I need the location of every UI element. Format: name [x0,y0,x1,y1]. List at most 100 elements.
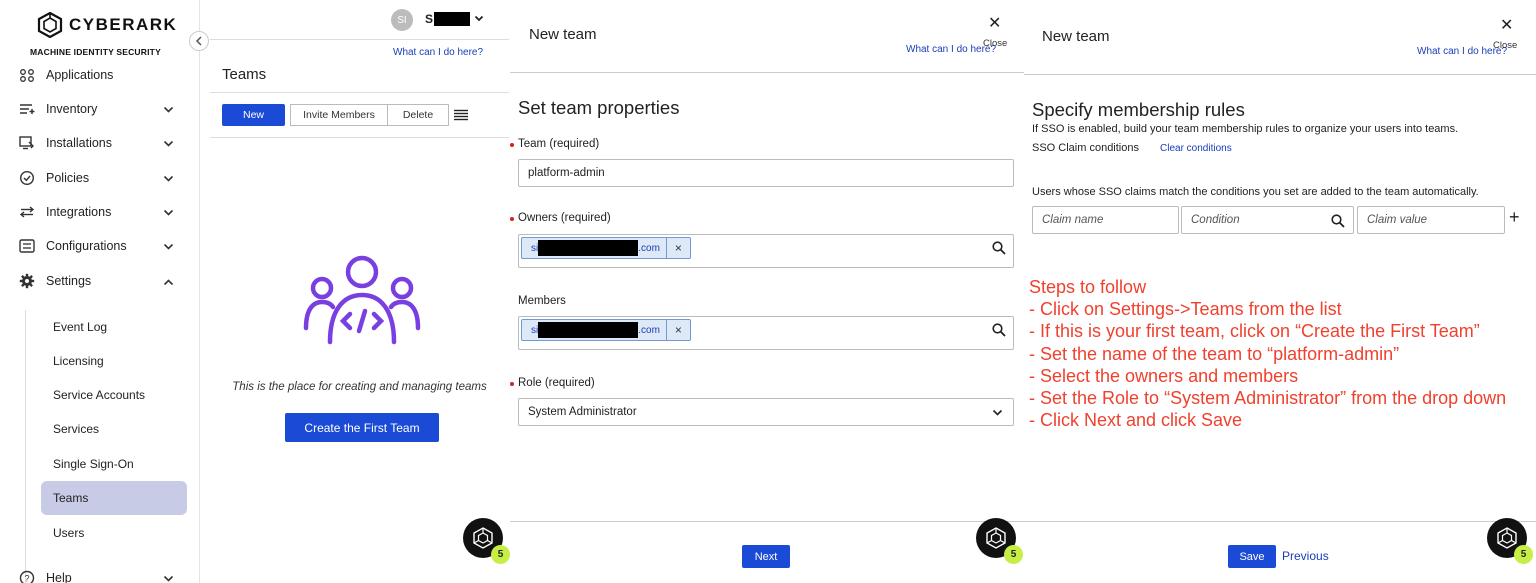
add-condition-icon[interactable]: + [1509,207,1520,228]
close-icon[interactable]: ✕ [988,13,1001,33]
condition-select[interactable]: Condition [1181,206,1354,234]
chevron-down-icon[interactable] [163,137,174,151]
chevron-down-icon[interactable] [163,172,174,186]
help-link[interactable]: What can I do here? [906,44,996,55]
sidebar-item-installations[interactable]: Installations [18,132,178,154]
user-menu[interactable]: S [425,12,484,26]
username-prefix: S [425,12,434,26]
notification-badge: 5 [491,545,510,564]
sidebar-item-services[interactable]: Services [41,412,187,446]
remove-chip-icon[interactable]: × [665,320,690,340]
divider [510,72,1024,73]
help-icon: ? [18,570,36,583]
step-line: Steps to follow [1029,277,1147,297]
submenu-line [25,310,26,583]
step-line: - Select the owners and members [1029,365,1299,386]
claim-value-input[interactable]: Claim value [1357,206,1505,234]
divider [1024,521,1536,522]
avatar[interactable]: SI [391,9,413,31]
chevron-up-icon[interactable] [163,275,174,289]
sidebar-item-users[interactable]: Users [41,516,187,550]
brand-name: CYBERARK [69,15,178,34]
chevron-down-icon [474,15,484,22]
divider [210,137,509,138]
sidebar-item-configurations[interactable]: Configurations [18,235,178,257]
chevron-down-icon [992,409,1003,416]
sidebar-item-label: Settings [46,274,92,288]
sidebar-item-event-log[interactable]: Event Log [41,310,187,344]
sidebar-item-label: Installations [46,136,113,150]
section-title: Set team properties [518,97,680,118]
sidebar-item-label: Help [46,571,72,583]
sidebar-item-help[interactable]: ? Help [18,567,178,583]
chevron-down-icon[interactable] [163,103,174,117]
info-text: Users whose SSO claims match the conditi… [1032,186,1479,198]
sidebar-item-applications[interactable]: Applications [18,64,178,86]
role-select[interactable]: System Administrator [518,398,1014,426]
svg-text:?: ? [24,574,29,583]
teams-illustration-icon [303,255,421,345]
section-description: If SSO is enabled, build your team membe… [1032,123,1459,135]
notification-badge: 5 [1514,545,1533,564]
sidebar-item-label: Configurations [46,239,127,253]
gear-icon [18,273,36,289]
claim-name-input[interactable]: Claim name [1032,206,1179,234]
sidebar: CYBERARK MACHINE IDENTITY SECURITY Appli… [0,0,200,583]
invite-members-button[interactable]: Invite Members [290,104,388,126]
collapse-sidebar-button[interactable] [189,31,209,51]
required-marker [510,382,514,386]
create-first-team-button[interactable]: Create the First Team [285,413,439,442]
remove-chip-icon[interactable]: × [665,238,690,258]
next-button[interactable]: Next [742,545,790,568]
sidebar-item-integrations[interactable]: Integrations [18,201,178,223]
team-name-input[interactable]: platform-admin [518,159,1014,187]
sidebar-item-licensing[interactable]: Licensing [41,344,187,378]
member-chip: si .com × [521,319,691,341]
policies-icon [18,170,36,186]
redacted-email [538,322,639,338]
divider [210,39,509,40]
divider [1024,74,1536,75]
role-label: Role (required) [518,377,595,389]
sidebar-item-label: Applications [46,68,114,82]
sidebar-item-teams[interactable]: Teams [41,481,187,515]
panel-title: New team [1042,28,1110,45]
chip-suffix: .com [638,324,660,336]
clear-conditions-link[interactable]: Clear conditions [1160,143,1232,154]
sidebar-item-single-sign-on[interactable]: Single Sign-On [41,447,187,481]
sidebar-item-inventory[interactable]: Inventory [18,98,178,120]
chevron-down-icon[interactable] [163,240,174,254]
cyberark-logo: CYBERARK [37,12,177,38]
page-title: Teams [222,66,267,83]
sidebar-item-policies[interactable]: Policies [18,167,178,189]
help-link[interactable]: What can I do here? [1417,46,1507,57]
chip-prefix: si [531,324,539,336]
sidebar-item-label: Integrations [46,205,112,219]
chevron-down-icon[interactable] [163,572,174,583]
column-menu-icon[interactable] [454,109,468,121]
sidebar-item-label: Inventory [46,102,98,116]
close-icon[interactable]: ✕ [1500,15,1513,35]
divider [510,521,1024,522]
instructions-annotation: Steps to follow - Click on Settings->Tea… [1029,276,1506,431]
delete-button[interactable]: Delete [387,104,449,126]
search-icon[interactable] [992,241,1006,255]
section-title: Specify membership rules [1032,99,1245,120]
sidebar-item-service-accounts[interactable]: Service Accounts [41,378,187,412]
chip-prefix: si [531,242,539,254]
sso-claim-label: SSO Claim conditions [1032,142,1139,154]
previous-button[interactable]: Previous [1282,549,1329,563]
brand-tagline: MACHINE IDENTITY SECURITY [30,47,161,57]
redacted-username [434,12,471,26]
chatbot-icon [1497,527,1517,549]
inventory-icon [18,101,36,117]
chevron-down-icon[interactable] [163,206,174,220]
chip-suffix: .com [638,242,660,254]
help-link[interactable]: What can I do here? [393,47,483,58]
sidebar-item-settings[interactable]: Settings [18,270,178,292]
save-button[interactable]: Save [1228,545,1276,568]
new-team-button[interactable]: New [222,104,285,126]
step-line: - If this is your first team, click on “… [1029,321,1480,342]
team-label: Team (required) [518,138,600,150]
search-icon[interactable] [992,323,1006,337]
